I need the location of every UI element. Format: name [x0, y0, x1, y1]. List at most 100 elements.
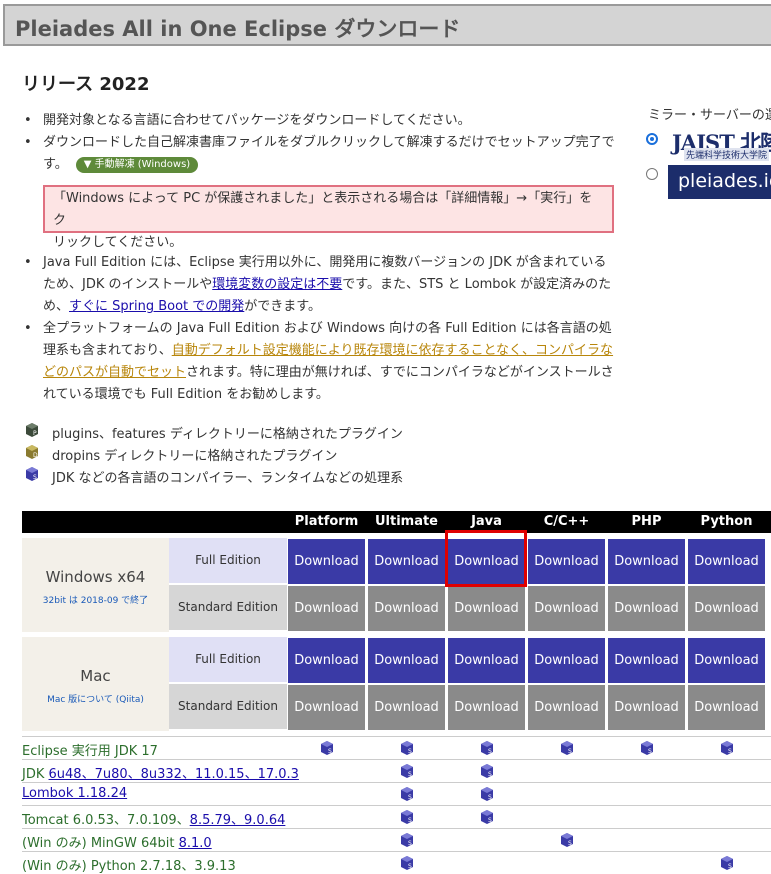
- java-download-highlight: [445, 530, 527, 587]
- component-label: Lombok 1.18.24: [22, 786, 127, 801]
- download-button-mac-standard-java[interactable]: Download: [448, 685, 525, 730]
- download-button-mac-full-python[interactable]: Download: [688, 638, 765, 683]
- page-title: Pleiades All in One Eclipse ダウンロード: [15, 17, 461, 41]
- col-python: Python: [700, 514, 753, 529]
- mirror-label: ミラー・サーバーの選: [648, 108, 771, 123]
- system-cube-icon: S: [561, 832, 573, 851]
- download-button-windows-full-python[interactable]: Download: [688, 539, 765, 584]
- manual-extract-toggle[interactable]: ▼ 手動解凍 (Windows): [75, 157, 199, 173]
- mac-qiita-link[interactable]: Mac 版について (Qiita): [22, 692, 169, 705]
- svg-text:S: S: [408, 840, 412, 847]
- download-button-windows-standard-cpp[interactable]: Download: [528, 586, 605, 631]
- svg-text:S: S: [328, 748, 332, 755]
- svg-text:S: S: [488, 794, 492, 801]
- download-button-mac-full-java[interactable]: Download: [448, 638, 525, 683]
- svg-text:S: S: [568, 840, 572, 847]
- svg-text:S: S: [648, 748, 652, 755]
- download-button-mac-standard-platform[interactable]: Download: [288, 685, 365, 730]
- col-platform: Platform: [294, 514, 359, 529]
- system-cube-icon: S: [481, 740, 493, 759]
- component-label: JDK 6u48、7u80、8u332、11.0.15、17.0.3: [22, 767, 299, 782]
- download-button-windows-standard-ultimate[interactable]: Download: [368, 586, 445, 631]
- system-cube-icon: S: [321, 740, 333, 759]
- component-label: Eclipse 実行用 JDK 17: [22, 744, 158, 759]
- system-cube-icon: S: [401, 740, 413, 759]
- download-button-mac-full-php[interactable]: Download: [608, 638, 685, 683]
- component-row: Lombok 1.18.24 S S: [22, 782, 771, 805]
- jaist-mirror-logo[interactable]: JAIST 北陸 先端科学技術大学院: [668, 127, 771, 161]
- windows-standard-edition-label: Standard Edition: [169, 585, 287, 630]
- component-link[interactable]: 8.1.0: [179, 836, 212, 851]
- download-button-mac-standard-ultimate[interactable]: Download: [368, 685, 445, 730]
- mac-full-edition-label: Full Edition: [169, 637, 287, 682]
- component-row: Eclipse 実行用 JDK 17 S S S S S S: [22, 736, 771, 759]
- download-button-mac-standard-cpp[interactable]: Download: [528, 685, 605, 730]
- bullet-item: • 開発対象となる言語に合わせてパッケージをダウンロードしてください。: [24, 113, 471, 128]
- system-cube-icon: S: [481, 786, 493, 805]
- svg-text:S: S: [408, 771, 412, 778]
- component-label: Tomcat 6.0.53、7.0.109、8.5.79、9.0.64: [22, 813, 286, 828]
- download-button-windows-standard-platform[interactable]: Download: [288, 586, 365, 631]
- system-cube-icon: S: [26, 467, 38, 481]
- download-button-mac-standard-python[interactable]: Download: [688, 685, 765, 730]
- mac-standard-edition-label: Standard Edition: [169, 684, 287, 729]
- download-button-windows-full-cpp[interactable]: Download: [528, 539, 605, 584]
- download-button-windows-standard-php[interactable]: Download: [608, 586, 685, 631]
- component-row: (Win のみ) Python 2.7.18、3.9.13 S S: [22, 851, 771, 874]
- download-button-mac-full-ultimate[interactable]: Download: [368, 638, 445, 683]
- system-cube-icon: S: [401, 809, 413, 828]
- svg-text:S: S: [408, 794, 412, 801]
- download-button-mac-standard-php[interactable]: Download: [608, 685, 685, 730]
- svg-text:S: S: [488, 817, 492, 824]
- page-header: Pleiades All in One Eclipse ダウンロード: [3, 4, 771, 46]
- env-var-link[interactable]: 環境変数の設定は不要: [212, 277, 342, 292]
- component-row: (Win のみ) MinGW 64bit 8.1.0 S S: [22, 828, 771, 851]
- component-link[interactable]: 6u48、7u80、8u332、11.0.15、17.0.3: [49, 767, 299, 782]
- svg-text:S: S: [408, 748, 412, 755]
- component-label: (Win のみ) MinGW 64bit 8.1.0: [22, 836, 212, 851]
- system-cube-icon: S: [401, 832, 413, 851]
- download-button-mac-full-cpp[interactable]: Download: [528, 638, 605, 683]
- smartscreen-warning: 「Windows によって PC が保護されました」と表示される場合は「詳細情報…: [43, 185, 614, 250]
- download-button-windows-standard-java[interactable]: Download: [448, 586, 525, 631]
- svg-text:D: D: [33, 452, 38, 459]
- pleiades-mirror-logo[interactable]: pleiades.io: [668, 165, 771, 199]
- os-windows: Windows x64 32bit は 2018-09 で終了: [22, 538, 169, 632]
- svg-text:S: S: [408, 817, 412, 824]
- component-link[interactable]: 8.5.79、9.0.64: [190, 813, 286, 828]
- download-button-mac-full-platform[interactable]: Download: [288, 638, 365, 683]
- component-row: JDK 6u48、7u80、8u332、11.0.15、17.0.3 S S: [22, 759, 771, 782]
- download-table-header: Platform Ultimate Java C/C++ PHP Python: [22, 511, 771, 533]
- release-title: リリース 2022: [22, 74, 150, 95]
- mirror-radio-pleiades[interactable]: [646, 168, 658, 180]
- windows-32bit-note[interactable]: 32bit は 2018-09 で終了: [22, 593, 169, 606]
- component-link[interactable]: Lombok 1.18.24: [22, 786, 127, 801]
- col-ultimate: Ultimate: [374, 514, 439, 529]
- os-mac: Mac Mac 版について (Qiita): [22, 637, 169, 731]
- bullet-item: • Java Full Edition には、Eclipse 実行用以外に、開発…: [24, 255, 612, 314]
- download-button-windows-full-platform[interactable]: Download: [288, 539, 365, 584]
- download-button-windows-full-ultimate[interactable]: Download: [368, 539, 445, 584]
- bullet-item: • 全プラットフォームの Java Full Edition および Windo…: [24, 321, 614, 402]
- spring-boot-link[interactable]: すぐに Spring Boot での開発: [69, 299, 244, 314]
- download-button-windows-standard-python[interactable]: Download: [688, 586, 765, 631]
- system-cube-icon: S: [481, 763, 493, 782]
- auto-config-link[interactable]: 自動デフォルト設定機能により既存環境に依存することなく、コンパイラな: [172, 343, 613, 358]
- download-button-windows-full-php[interactable]: Download: [608, 539, 685, 584]
- bullet-item: • ダウンロードした自己解凍書庫ファイルをダブルクリックして解凍するだけでセット…: [24, 135, 615, 173]
- auto-config-link-cont[interactable]: どのパスが自動でセット: [43, 365, 186, 380]
- svg-text:S: S: [33, 474, 37, 481]
- system-cube-icon: S: [721, 855, 733, 874]
- svg-text:S: S: [488, 748, 492, 755]
- plugin-cube-icon: P: [26, 423, 38, 437]
- col-php: PHP: [631, 514, 662, 529]
- windows-full-edition-label: Full Edition: [169, 538, 287, 583]
- mirror-radio-jaist[interactable]: [646, 133, 658, 145]
- system-cube-icon: S: [481, 809, 493, 828]
- system-cube-icon: S: [721, 740, 733, 759]
- system-cube-icon: S: [641, 740, 653, 759]
- system-cube-icon: S: [401, 763, 413, 782]
- svg-text:S: S: [488, 771, 492, 778]
- system-cube-icon: S: [561, 740, 573, 759]
- svg-text:S: S: [728, 748, 732, 755]
